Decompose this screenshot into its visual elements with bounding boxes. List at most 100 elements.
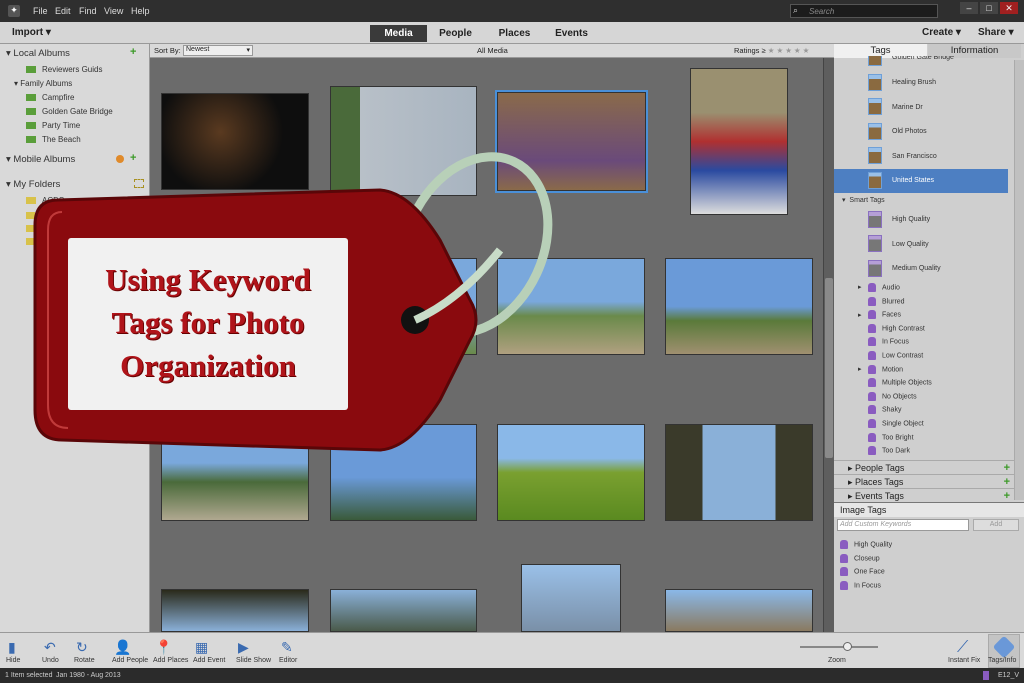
tab-people[interactable]: People <box>427 25 484 42</box>
maximize-button[interactable]: □ <box>980 2 998 14</box>
ratings-filter[interactable]: Ratings ≥ ★★★★★ <box>734 46 811 55</box>
grid-scrollbar[interactable] <box>823 58 834 632</box>
view-title: All Media <box>477 46 508 55</box>
album-item[interactable]: The Beach <box>26 135 81 144</box>
menu-view[interactable]: View <box>104 6 123 16</box>
local-albums-header[interactable]: ▾ Local Albums <box>6 48 70 59</box>
tag-thumbnail-icon <box>868 98 882 116</box>
smart-tag-icon <box>868 391 876 401</box>
photo-thumbnail[interactable] <box>521 564 621 632</box>
smart-tag-item[interactable]: High Contrast <box>834 323 1008 333</box>
tab-tags[interactable]: Tags <box>834 44 927 58</box>
places-tags-group[interactable]: ▸ Places Tags + <box>834 474 1014 488</box>
add-places-icon[interactable]: 📍 <box>155 639 172 655</box>
tab-events[interactable]: Events <box>543 25 600 42</box>
people-tags-group[interactable]: ▸ People Tags + <box>834 460 1014 474</box>
add-album-icon[interactable]: + <box>130 46 136 58</box>
smart-tag-item[interactable]: Medium Quality <box>834 257 1008 281</box>
smart-tag-item[interactable]: Single Object <box>834 419 1008 428</box>
menu-help[interactable]: Help <box>131 6 150 16</box>
photo-thumbnail[interactable] <box>665 589 813 632</box>
zoom-slider-handle[interactable] <box>842 642 852 651</box>
tab-places[interactable]: Places <box>486 25 543 42</box>
undo-icon[interactable]: ↶ <box>44 639 60 655</box>
smart-tag-item[interactable]: Low Quality <box>834 233 1008 257</box>
instant-fix-icon[interactable]: ⟋ <box>957 639 973 656</box>
place-tag-item[interactable]: Healing Brush <box>834 71 1008 95</box>
photo-thumbnail[interactable] <box>690 68 788 215</box>
photo-thumbnail[interactable] <box>330 589 477 632</box>
add-people-button[interactable]: Add People <box>112 657 148 664</box>
instant-fix-button[interactable]: Instant Fix <box>948 657 980 664</box>
smart-tag-item[interactable]: No Objects <box>834 391 1008 401</box>
menu-file[interactable]: File <box>33 6 48 16</box>
smart-tag-item[interactable]: Too Bright <box>834 432 1008 442</box>
catalog-name: E12_V <box>998 672 1020 679</box>
search-input[interactable]: Search <box>790 4 938 18</box>
editor-button[interactable]: Editor <box>279 657 297 664</box>
smart-tags-header[interactable]: ▾ Smart Tags <box>834 196 1008 204</box>
smart-tag-item[interactable]: Low Contrast <box>834 351 1008 360</box>
photo-thumbnail[interactable] <box>665 424 813 521</box>
album-item[interactable]: Reviewers Guids <box>26 65 102 74</box>
add-places-button[interactable]: Add Places <box>153 657 188 664</box>
smart-tag-item[interactable]: Shaky <box>834 405 1008 415</box>
smart-tag-item[interactable]: ▸ Motion <box>834 364 1008 374</box>
tags-scrollbar[interactable] <box>1014 60 1024 500</box>
add-event-button[interactable]: Add Event <box>193 657 225 664</box>
smart-tag-item[interactable]: ▸ Faces <box>834 310 1008 320</box>
image-tag-item[interactable]: High Quality <box>834 540 1008 549</box>
image-tags-header: Image Tags <box>834 502 1024 517</box>
minimize-button[interactable]: – <box>960 2 978 14</box>
create-button[interactable]: Create ▾ <box>922 27 961 38</box>
photo-thumbnail[interactable] <box>665 258 813 355</box>
smart-tag-item[interactable]: Too Dark <box>834 446 1008 456</box>
sort-dropdown[interactable]: Newest ▾ <box>183 45 253 56</box>
undo-button[interactable]: Undo <box>42 657 59 664</box>
image-tag-item[interactable]: Closeup <box>834 553 1008 563</box>
keyword-input[interactable]: Add Custom Keywords <box>837 519 969 531</box>
smart-tag-item[interactable]: Multiple Objects <box>834 378 1008 388</box>
menu-find[interactable]: Find <box>79 6 97 16</box>
slideshow-button[interactable]: Slide Show <box>236 657 271 664</box>
editor-icon[interactable]: ✎ <box>281 639 297 655</box>
menu-bar: ✦ File Edit Find View Help Search ⌕ – □ … <box>0 0 1024 22</box>
close-button[interactable]: ✕ <box>1000 2 1018 14</box>
add-keyword-button[interactable]: Add <box>973 519 1019 531</box>
hide-icon[interactable]: ▮ <box>8 639 24 655</box>
place-tag-item[interactable]: Marine Dr <box>834 96 1008 120</box>
catalog-icon <box>983 671 989 680</box>
tab-information[interactable]: Information <box>928 44 1021 58</box>
smart-tag-item[interactable]: ▸ Audio <box>834 283 1008 292</box>
import-button[interactable]: Import ▾ <box>12 27 51 38</box>
tab-media[interactable]: Media <box>370 25 427 42</box>
add-event-icon[interactable]: ▦ <box>195 639 211 655</box>
rotate-icon[interactable]: ↻ <box>76 639 92 655</box>
smart-tag-icon <box>868 351 876 360</box>
photo-thumbnail[interactable] <box>161 589 309 632</box>
add-people-icon[interactable]: 👤 <box>114 639 131 655</box>
family-albums-header[interactable]: ▾ Family Albums <box>14 79 72 88</box>
events-tags-group[interactable]: ▸ Events Tags + <box>834 488 1014 502</box>
smart-tag-item[interactable]: In Focus <box>834 337 1008 347</box>
smart-tag-item[interactable]: High Quality <box>834 208 1008 232</box>
zoom-slider[interactable] <box>800 646 878 648</box>
slideshow-icon[interactable]: ▶ <box>238 639 254 655</box>
scroll-thumb[interactable] <box>825 278 833 458</box>
image-tag-item[interactable]: In Focus <box>834 580 1008 590</box>
place-tag-item[interactable]: San Francisco <box>834 145 1008 169</box>
place-tag-item[interactable]: Old Photos <box>834 120 1008 144</box>
place-tag-item[interactable]: United States <box>834 169 1008 193</box>
album-item[interactable]: Golden Gate Bridge <box>26 107 113 116</box>
search-icon: ⌕ <box>793 5 799 15</box>
image-tag-item[interactable]: One Face <box>834 567 1008 576</box>
album-item[interactable]: Campfire <box>26 93 74 102</box>
smart-tag-item[interactable]: Blurred <box>834 296 1008 306</box>
rotate-button[interactable]: Rotate <box>74 657 95 664</box>
share-button[interactable]: Share ▾ <box>978 27 1014 38</box>
album-item[interactable]: Party Time <box>26 121 80 130</box>
right-panel: Tags Information Golden Gate Bridge Heali… <box>834 44 1024 632</box>
hide-button[interactable]: Hide <box>6 657 20 664</box>
menu-edit[interactable]: Edit <box>55 6 71 16</box>
smart-tag-icon <box>868 310 876 320</box>
